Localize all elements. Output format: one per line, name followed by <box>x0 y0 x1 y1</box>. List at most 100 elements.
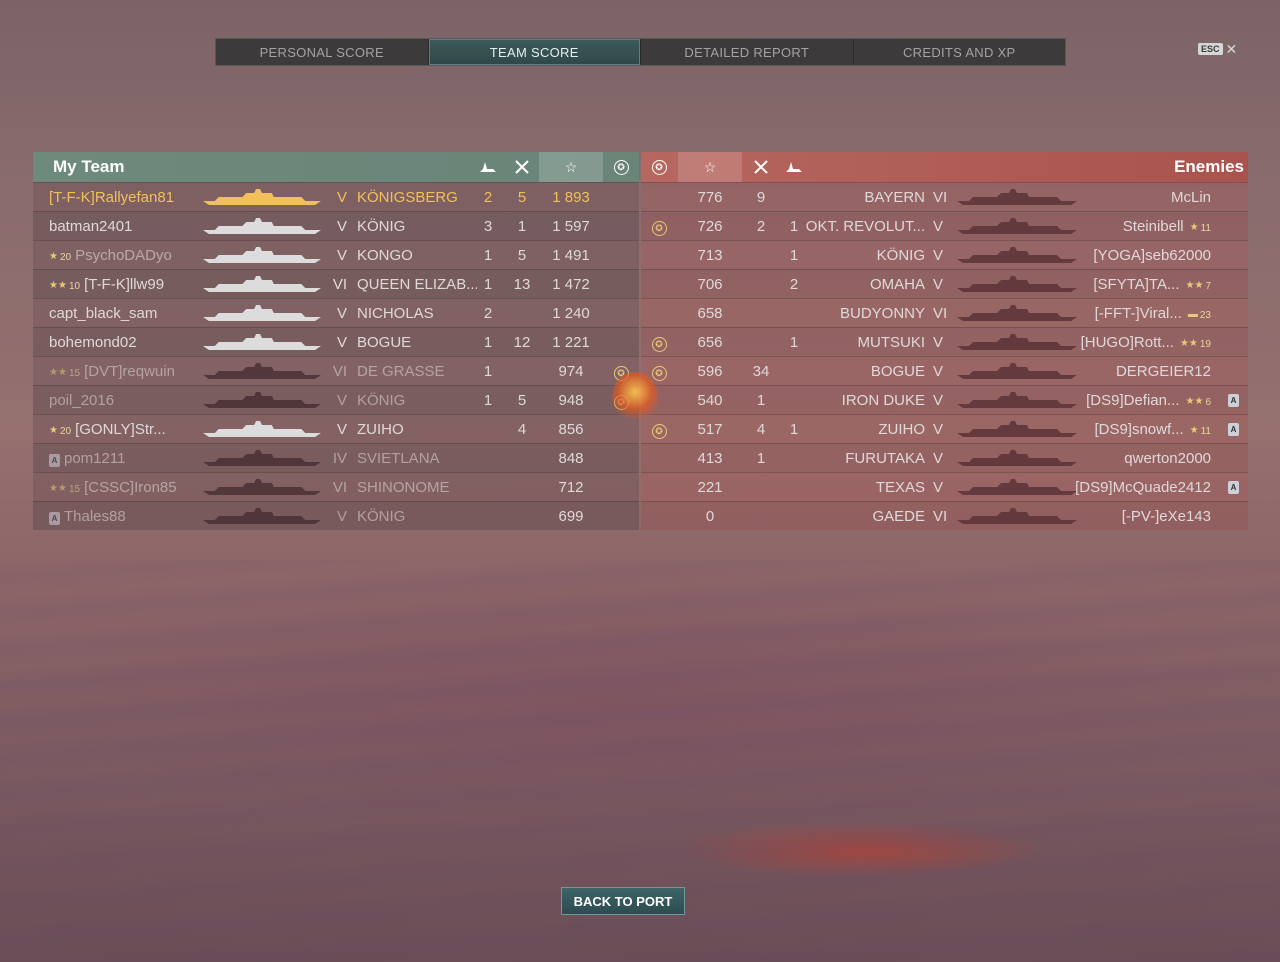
ship-tier: VI <box>933 189 948 206</box>
medal-icon: ✪ <box>643 152 675 182</box>
player-name-cell: bohemond02 <box>49 328 219 357</box>
aircraft-destroyed <box>746 241 776 270</box>
warships-destroyed-icon <box>473 152 503 182</box>
aircraft-destroyed: 5 <box>517 189 527 206</box>
medal-icon: ✪ <box>605 152 637 182</box>
enemy-row[interactable]: 658 BUDYONNY VI [-FFT-]Viral... ▬ 23 <box>641 298 1248 327</box>
tab-team-score[interactable]: TEAM SCORE <box>428 39 641 65</box>
enemy-row[interactable]: ✪ 656 1 MUTSUKI V [HUGO]Rott... ★★ 19 <box>641 327 1248 356</box>
ship-name: OKT. REVOLUT... <box>805 218 925 235</box>
player-name-cell: ★ 20 PsychoDADyo <box>49 241 219 270</box>
ship-name: KÖNIG <box>357 508 406 525</box>
close-button[interactable]: ESC ✕ <box>1198 42 1237 56</box>
player-name: [HUGO]Rott... <box>1080 334 1174 351</box>
base-xp-score: 1 491 <box>552 247 590 264</box>
base-xp-score: 713 <box>697 247 723 264</box>
my-team-title: My Team <box>53 157 125 176</box>
enemy-row[interactable]: 776 9 BAYERN VI McLin <box>641 182 1248 211</box>
rank-insignia-icon: ★ <box>1189 222 1199 233</box>
player-name: [DS9]snowf... <box>1094 421 1184 438</box>
rank-insignia-icon: ▬ <box>1187 309 1198 320</box>
ship-tier: VI <box>933 508 948 525</box>
ship-name: QUEEN ELIZAB... <box>357 276 477 293</box>
player-row[interactable]: A Thales88 V KÖNIG 699 <box>33 501 639 530</box>
ship-silhouette-icon <box>203 276 321 292</box>
ship-silhouette-icon <box>203 334 321 350</box>
ship-silhouette-icon <box>957 189 1077 205</box>
player-row[interactable]: Apom1211 IV SVIETLANA 848 <box>33 443 639 472</box>
ship-name: BOGUE <box>870 363 925 380</box>
warships-destroyed <box>473 502 503 531</box>
player-row[interactable]: [T-F-K]Rallyefan81 V KÖNIGSBERG 2 5 1 893 <box>33 182 639 211</box>
enemy-row[interactable]: 540 1 IRON DUKE V [DS9]Defian... ★★ 6 A <box>641 385 1248 414</box>
player-row[interactable]: ★ 20 [GONLY]Str... V ZUIHO 4 856 <box>33 414 639 443</box>
ship-name: FURUTAKA <box>845 450 925 467</box>
aircraft-destroyed <box>746 270 776 299</box>
player-name: [DS9]McQuade2412 <box>1075 479 1211 496</box>
ship-tier: VI <box>332 276 347 293</box>
warships-destroyed: 2 <box>483 189 493 206</box>
tab-detailed-report[interactable]: DETAILED REPORT <box>641 39 854 65</box>
player-name: [T-F-K]llw99 <box>84 276 165 293</box>
ship-tier: V <box>933 392 944 409</box>
rank-insignia-icon: ★ <box>49 425 58 436</box>
player-name-cell: ★ 20 [GONLY]Str... <box>49 415 219 444</box>
aircraft-destroyed <box>507 357 537 386</box>
player-name-cell: poil_2016 <box>49 386 219 415</box>
player-row[interactable]: ★★ 10 [T-F-K]llw99 VI QUEEN ELIZAB... 1 13 1 47… <box>33 269 639 298</box>
ship-name: KÖNIG <box>357 218 406 235</box>
player-row[interactable]: ★★ 15 [DVT]reqwuin VI DE GRASSE 1 974 ✪ <box>33 356 639 385</box>
player-name-cell: [DS9]Defian... ★★ 6 <box>1061 386 1211 415</box>
ship-silhouette-icon <box>957 334 1077 350</box>
ship-tier: V <box>336 305 347 322</box>
star-icon: ☆ <box>539 152 603 182</box>
base-xp-score: 0 <box>705 508 715 525</box>
player-row[interactable]: batman2401 V KÖNIG 3 1 1 597 <box>33 211 639 240</box>
rank-level: 23 <box>1199 310 1211 321</box>
player-row[interactable]: ★ 20 PsychoDADyo V KONGO 1 5 1 491 <box>33 240 639 269</box>
tab-credits-and-xp[interactable]: CREDITS AND XP <box>854 39 1066 65</box>
back-to-port-button[interactable]: BACK TO PORT <box>561 887 685 915</box>
tab-personal-score[interactable]: PERSONAL SCORE <box>216 39 429 65</box>
enemy-row[interactable]: 0 GAEDE VI [-PV-]eXe143 <box>641 501 1248 530</box>
enemy-row[interactable]: 706 2 OMAHA V [SFYTA]TA... ★★ 7 <box>641 269 1248 298</box>
enemy-row[interactable]: ✪ 596 34 BOGUE V DERGEIER12 <box>641 356 1248 385</box>
player-name-cell: batman2401 <box>49 212 219 241</box>
ship-silhouette-icon <box>203 479 321 495</box>
player-name-cell: McLin <box>1061 183 1211 212</box>
ship-silhouette-icon <box>957 247 1077 263</box>
rank-level: 6 <box>1205 397 1211 408</box>
player-row[interactable]: capt_black_sam V NICHOLAS 2 1 240 <box>33 298 639 327</box>
rank-insignia-icon: ★★ <box>1185 280 1204 291</box>
aircraft-destroyed <box>507 299 537 328</box>
aircraft-destroyed: 4 <box>517 421 527 438</box>
ship-name: KÖNIGSBERG <box>357 189 458 206</box>
aircraft-destroyed: 9 <box>756 189 766 206</box>
enemy-row[interactable]: ✪ 726 2 1 OKT. REVOLUT... V Steinibell ★ 11 <box>641 211 1248 240</box>
player-row[interactable]: bohemond02 V BOGUE 1 12 1 221 <box>33 327 639 356</box>
ship-tier: V <box>933 218 944 235</box>
base-xp-score: 706 <box>697 276 723 293</box>
player-name: [-PV-]eXe143 <box>1121 508 1211 525</box>
enemy-row[interactable]: 413 1 FURUTAKA Vqwerton2000 <box>641 443 1248 472</box>
enemy-row[interactable]: ✪ 517 4 1 ZUIHO V [DS9]snowf... ★ 11 A <box>641 414 1248 443</box>
aircraft-destroyed <box>746 502 776 531</box>
base-xp-score: 1 893 <box>552 189 590 206</box>
my-team-rows: [T-F-K]Rallyefan81 V KÖNIGSBERG 2 5 1 893 batm… <box>33 182 639 530</box>
aircraft-destroyed: 2 <box>756 218 766 235</box>
player-name-cell: [SFYTA]TA... ★★ 7 <box>1061 270 1211 299</box>
player-name: [SFYTA]TA... <box>1093 276 1180 293</box>
base-xp-score: 726 <box>697 218 723 235</box>
player-name: [CSSC]Iron85 <box>84 479 177 496</box>
player-row[interactable]: ★★ 15 [CSSC]Iron85 VI SHINONOME 712 <box>33 472 639 501</box>
warships-destroyed: 1 <box>483 247 493 264</box>
base-xp-score: 948 <box>558 392 584 409</box>
enemy-row[interactable]: 713 1 KÖNIG V [YOGA]seb62000 <box>641 240 1248 269</box>
enemies-header: ✪ ☆ Enemies <box>641 152 1248 182</box>
rank-level: 15 <box>68 368 81 379</box>
player-row[interactable]: poil_2016VKÖNIG15948✪ <box>33 385 639 414</box>
enemy-row[interactable]: 221 TEXAS V [DS9]McQuade2412 A <box>641 472 1248 501</box>
player-name: PsychoDADyo <box>75 247 172 264</box>
ship-silhouette-icon <box>203 247 321 263</box>
rank-level: 11 <box>1200 426 1211 437</box>
